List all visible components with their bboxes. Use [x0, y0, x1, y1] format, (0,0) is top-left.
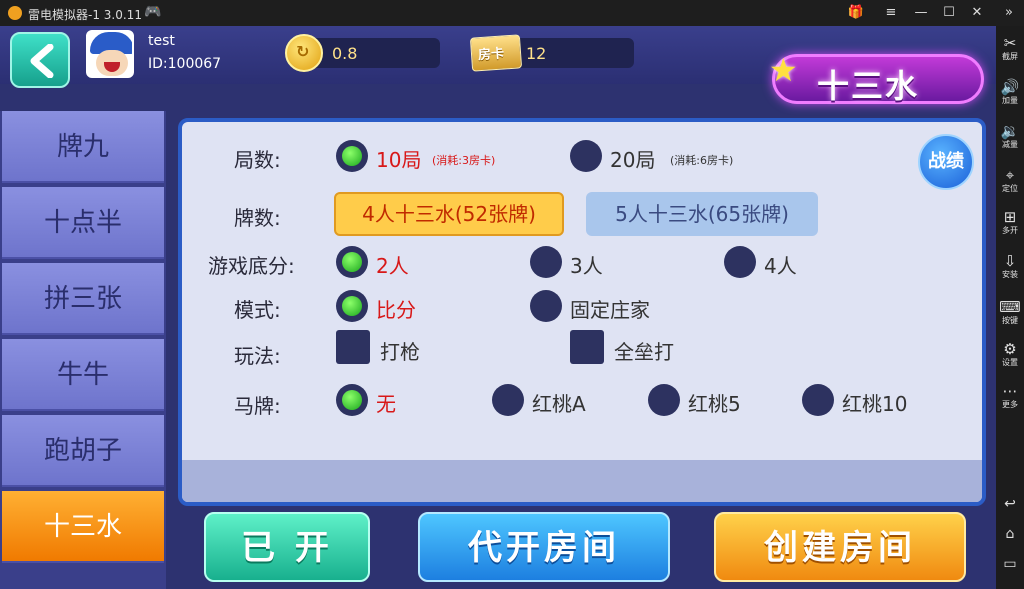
keymap-button[interactable]: ⌨ 按键	[996, 298, 1024, 326]
horse-heart-a-radio[interactable]	[492, 384, 524, 416]
play-shoot-label: 打枪	[380, 340, 420, 364]
multi-instance-button[interactable]: ⊞ 多开	[996, 208, 1024, 236]
mode-fixed-banker-label: 固定庄家	[570, 298, 650, 322]
volume-down-icon: 🔉	[1000, 122, 1020, 140]
rounds-20-cost: (消耗:6房卡)	[670, 154, 734, 167]
coin-icon[interactable]: ↻	[285, 34, 323, 72]
star-icon: ★	[769, 51, 800, 89]
room-card-icon[interactable]: 房卡	[469, 34, 523, 72]
more-button[interactable]: ⋯ 更多	[996, 382, 1024, 410]
horse-heart-10-label: 红桃10	[842, 392, 908, 416]
rounds-label: 局数:	[234, 148, 281, 172]
mode-label: 模式:	[234, 298, 281, 322]
maximize-button[interactable]: ☐	[938, 3, 960, 23]
settings-icon: ⚙	[1003, 340, 1017, 358]
coin-balance: 0.8	[332, 44, 358, 63]
rounds-10-cost: (消耗:3房卡)	[432, 154, 496, 167]
settings-button[interactable]: ⚙ 设置	[996, 340, 1024, 368]
sidebar-toggle-icon[interactable]: »	[998, 3, 1020, 23]
avatar[interactable]	[86, 30, 134, 78]
base-score-2-label: 2人	[376, 254, 409, 278]
base-score-3-radio[interactable]	[530, 246, 562, 278]
location-button[interactable]: ⌖ 定位	[996, 166, 1024, 194]
play-label: 玩法:	[234, 344, 281, 368]
android-back-icon[interactable]: ↩	[996, 496, 1024, 512]
horse-heart-5-radio[interactable]	[648, 384, 680, 416]
horse-none-label: 无	[376, 392, 396, 416]
minimize-button[interactable]: —	[910, 3, 932, 23]
game-type-sidebar: 牌九 十点半 拼三张 牛牛 跑胡子 十三水	[0, 111, 166, 589]
back-arrow-icon	[30, 44, 54, 78]
base-score-3-label: 3人	[570, 254, 603, 278]
multi-window-icon: ⊞	[1003, 208, 1017, 226]
horse-none-radio[interactable]	[336, 384, 368, 416]
rounds-10-radio[interactable]	[336, 140, 368, 172]
more-icon: ⋯	[1002, 382, 1018, 400]
room-settings-panel: 战绩 局数: 10局 (消耗:3房卡) 20局 (消耗:6房卡) 牌数: 4人十…	[178, 118, 986, 506]
mode-score-label: 比分	[376, 298, 416, 322]
volume-down-button[interactable]: 🔉 减量	[996, 122, 1024, 150]
base-score-label: 游戏底分:	[208, 254, 295, 278]
play-homerun-checkbox[interactable]	[570, 330, 604, 364]
base-score-4-label: 4人	[764, 254, 797, 278]
game-logo: ★ 十三水	[769, 51, 984, 105]
emulator-logo-icon	[8, 6, 22, 20]
cards-label: 牌数:	[234, 206, 281, 230]
cards-4p-button[interactable]: 4人十三水(52张牌)	[334, 192, 564, 236]
cards-5p-button[interactable]: 5人十三水(65张牌)	[586, 192, 818, 236]
create-room-button[interactable]: 创建房间	[714, 512, 966, 582]
record-button[interactable]: 战绩	[918, 134, 974, 190]
sidebar-item-pinsanzhang[interactable]: 拼三张	[2, 263, 164, 335]
rounds-10-label: 10局	[376, 148, 422, 172]
play-homerun-label: 全垒打	[614, 340, 674, 364]
install-apk-button[interactable]: ⇩ 安装	[996, 252, 1024, 280]
scissors-icon: ✂	[1003, 34, 1017, 52]
window-title: 雷电模拟器-1 3.0.11	[28, 8, 142, 22]
user-id: ID:100067	[148, 56, 222, 72]
apk-install-icon: ⇩	[1003, 252, 1017, 270]
room-card-count: 12	[526, 44, 547, 63]
mode-score-radio[interactable]	[336, 290, 368, 322]
panel-footer	[182, 460, 982, 502]
mode-fixed-banker-radio[interactable]	[530, 290, 562, 322]
play-shoot-checkbox[interactable]	[336, 330, 370, 364]
horse-heart-a-label: 红桃A	[532, 392, 586, 416]
emulator-toolbar: ✂ 截屏 🔊 加量 🔉 减量 ⌖ 定位 ⊞ 多开 ⇩ 安装 ⌨ 按键 ⚙ 设置 …	[996, 26, 1024, 589]
window-titlebar: 雷电模拟器-1 3.0.11 🎮 🎁 ≡ — ☐ ✕ »	[0, 0, 1024, 26]
base-score-2-radio[interactable]	[336, 246, 368, 278]
gift-icon[interactable]: 🎁	[845, 3, 867, 23]
sidebar-item-paijiu[interactable]: 牌九	[2, 111, 164, 183]
sidebar-item-niuniu[interactable]: 牛牛	[2, 339, 164, 411]
game-screen: test ID:100067 ↻ 0.8 房卡 12 ★ 十三水 牌九 十点半 …	[0, 26, 996, 589]
sidebar-item-shidianban[interactable]: 十点半	[2, 187, 164, 259]
screenshot-button[interactable]: ✂ 截屏	[996, 34, 1024, 62]
rounds-20-label: 20局	[610, 148, 656, 172]
horse-heart-5-label: 红桃5	[688, 392, 741, 416]
base-score-4-radio[interactable]	[724, 246, 756, 278]
rounds-20-radio[interactable]	[570, 140, 602, 172]
gamepad-icon[interactable]: 🎮	[144, 4, 161, 20]
close-button[interactable]: ✕	[966, 3, 988, 23]
volume-up-button[interactable]: 🔊 加量	[996, 78, 1024, 106]
horse-card-label: 马牌:	[234, 394, 281, 418]
sidebar-item-shisanshui[interactable]: 十三水	[2, 491, 164, 563]
back-button[interactable]	[10, 32, 70, 88]
android-recents-icon[interactable]: ▭	[996, 556, 1024, 572]
username: test	[148, 33, 175, 49]
sidebar-item-paohuzi[interactable]: 跑胡子	[2, 415, 164, 487]
horse-heart-10-radio[interactable]	[802, 384, 834, 416]
volume-up-icon: 🔊	[1000, 78, 1020, 96]
location-icon: ⌖	[1005, 166, 1015, 184]
proxy-open-room-button[interactable]: 代开房间	[418, 512, 670, 582]
menu-icon[interactable]: ≡	[880, 3, 902, 23]
keyboard-icon: ⌨	[999, 298, 1021, 316]
opened-rooms-button[interactable]: 已 开	[204, 512, 370, 582]
android-home-icon[interactable]: ⌂	[996, 526, 1024, 542]
